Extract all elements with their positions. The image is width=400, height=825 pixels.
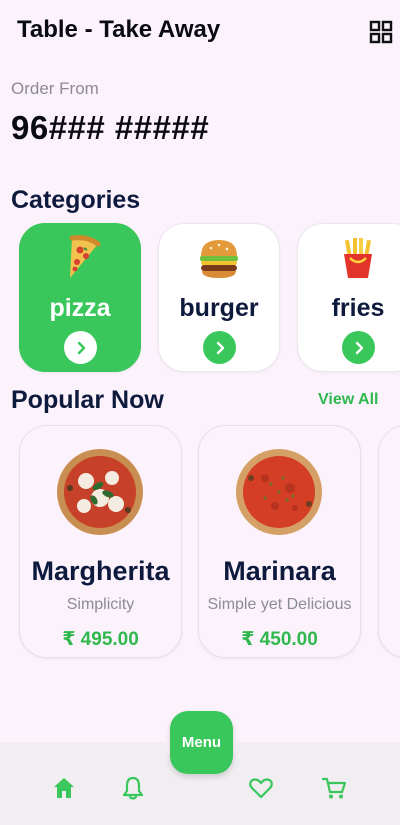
item-name: Marinara: [223, 556, 336, 586]
pizza-icon: [69, 235, 101, 278]
category-open-button[interactable]: [64, 331, 97, 364]
category-label: pizza: [49, 294, 111, 322]
chevron-right-icon: [77, 341, 85, 354]
popular-item-card[interactable]: Margherita Simplicity ₹ 495.00: [19, 425, 182, 658]
heart-icon[interactable]: [248, 775, 274, 801]
popular-now-heading: Popular Now: [11, 386, 164, 414]
category-card-fries[interactable]: fries: [297, 223, 400, 372]
page-title: Table - Take Away: [17, 16, 221, 43]
category-card-burger[interactable]: burger: [158, 223, 280, 372]
category-open-button[interactable]: [203, 331, 236, 364]
popular-item-card[interactable]: Marinara Simple yet Delicious ₹ 450.00: [198, 425, 361, 658]
order-phone-number: 96### #####: [11, 109, 210, 146]
popular-item-card[interactable]: [378, 425, 400, 658]
item-description: Simplicity: [66, 596, 135, 613]
categories-heading: Categories: [11, 186, 141, 214]
item-price: ₹ 495.00: [62, 629, 139, 650]
bell-icon[interactable]: [120, 775, 146, 801]
menu-button[interactable]: Menu: [170, 711, 233, 774]
category-open-button[interactable]: [342, 331, 375, 364]
fries-icon: [344, 238, 372, 278]
margherita-image: [57, 449, 143, 535]
cart-icon[interactable]: [321, 775, 347, 801]
app-screen: Table - Take Away Order From 96### #####…: [0, 0, 400, 825]
category-label: burger: [179, 294, 259, 322]
category-card-pizza[interactable]: pizza: [19, 223, 141, 372]
category-label: fries: [331, 294, 385, 322]
view-all-link[interactable]: View All: [318, 391, 378, 409]
order-from-label: Order From: [11, 79, 99, 98]
chevron-right-icon: [216, 341, 224, 354]
item-name: Margherita: [31, 556, 170, 586]
marinara-image: [236, 449, 322, 535]
item-description: Simple yet Delicious: [207, 596, 352, 613]
home-icon[interactable]: [51, 775, 77, 801]
chevron-right-icon: [355, 341, 363, 354]
item-price: ₹ 450.00: [241, 629, 318, 650]
burger-icon: [200, 240, 238, 278]
grid-icon[interactable]: [369, 20, 393, 44]
